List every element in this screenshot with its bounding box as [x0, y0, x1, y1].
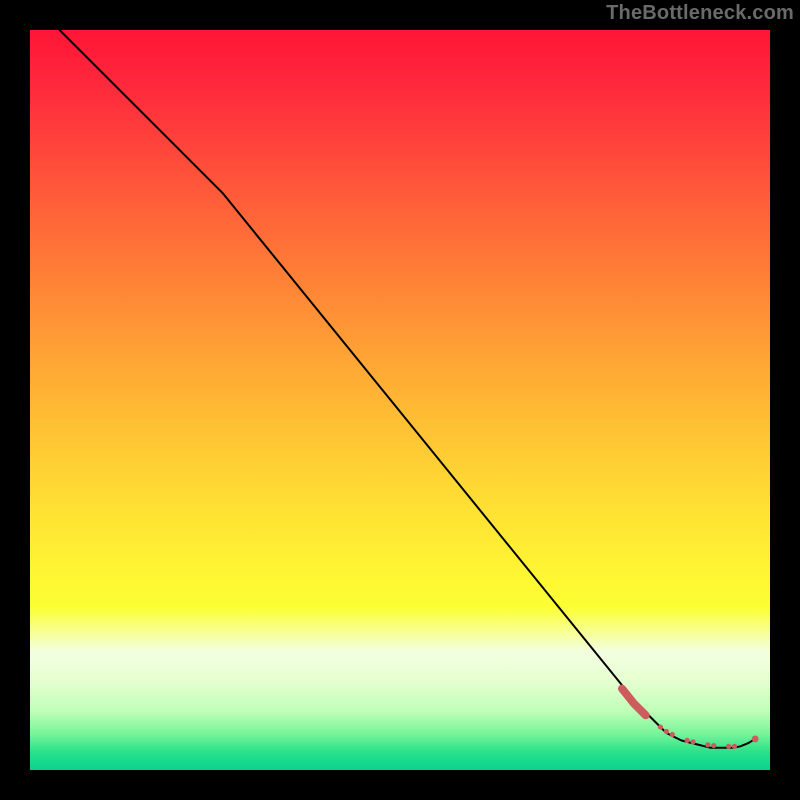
gpu-dot — [658, 724, 663, 729]
gpu-range-bar — [622, 689, 646, 716]
gpu-dot — [726, 744, 731, 749]
gradient-plot-area — [30, 30, 770, 770]
gpu-dot — [752, 736, 759, 743]
gpu-dot — [705, 742, 710, 747]
gpu-dot — [711, 743, 716, 748]
watermark-text: TheBottleneck.com — [606, 2, 794, 25]
chart-overlay-svg — [30, 30, 770, 770]
gpu-dot — [732, 744, 737, 749]
gpu-dot — [685, 738, 690, 743]
chart-stage: TheBottleneck.com — [0, 0, 800, 800]
gpu-dot — [690, 739, 695, 744]
gpu-dot — [664, 729, 669, 734]
bottleneck-curve-line — [60, 30, 756, 748]
gpu-dot — [670, 732, 675, 737]
